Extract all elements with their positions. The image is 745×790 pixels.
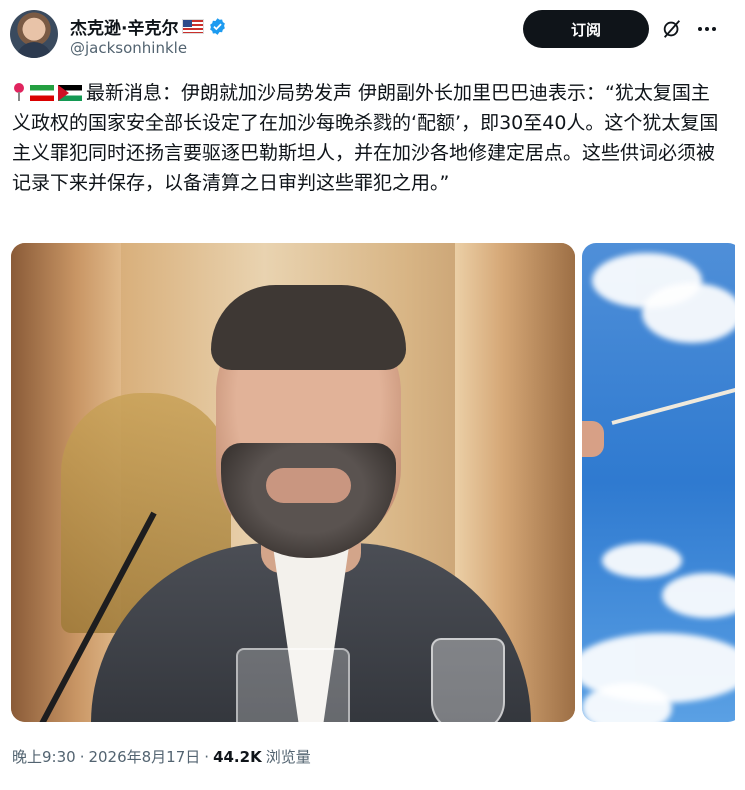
meta-separator: · <box>204 747 210 766</box>
tweet-text: 最新消息：伊朗就加沙局势发声 伊朗副外长加里巴巴迪表示：“犹太复国主义政权的国家… <box>12 78 720 198</box>
grok-icon[interactable] <box>661 18 683 40</box>
round-pushpin-icon <box>14 83 24 101</box>
author-name-row: 杰克逊·辛克尔 <box>70 14 227 39</box>
views-count: 44.2K <box>213 747 262 766</box>
media-photo-secondary[interactable] <box>582 243 735 722</box>
avatar[interactable] <box>10 10 58 58</box>
subscribe-button[interactable]: 订阅 <box>523 10 649 48</box>
tweet-meta: 晚上9:30 · 2026年8月17日 · 44.2K 浏览量 <box>12 746 311 767</box>
more-icon[interactable] <box>696 18 718 40</box>
views-label: 浏览量 <box>265 748 311 766</box>
tweet-body: 最新消息：伊朗就加沙局势发声 伊朗副外长加里巴巴迪表示：“犹太复国主义政权的国家… <box>12 82 719 194</box>
palestine-flag-icon <box>58 85 82 101</box>
tweet-header: 杰克逊·辛克尔 @jacksonhinkle 订阅 <box>10 8 735 64</box>
tweet-time[interactable]: 晚上9:30 <box>12 746 76 767</box>
tweet-media[interactable] <box>11 243 735 722</box>
author-handle[interactable]: @jacksonhinkle <box>70 39 187 57</box>
tweet-date[interactable]: 2026年8月17日 <box>88 746 200 767</box>
iran-flag-icon <box>30 85 54 101</box>
us-flag-icon <box>182 19 205 34</box>
author-display-name[interactable]: 杰克逊·辛克尔 <box>70 14 178 39</box>
meta-separator: · <box>79 747 85 766</box>
media-photo-main[interactable] <box>11 243 575 722</box>
verified-badge-icon <box>210 18 226 35</box>
